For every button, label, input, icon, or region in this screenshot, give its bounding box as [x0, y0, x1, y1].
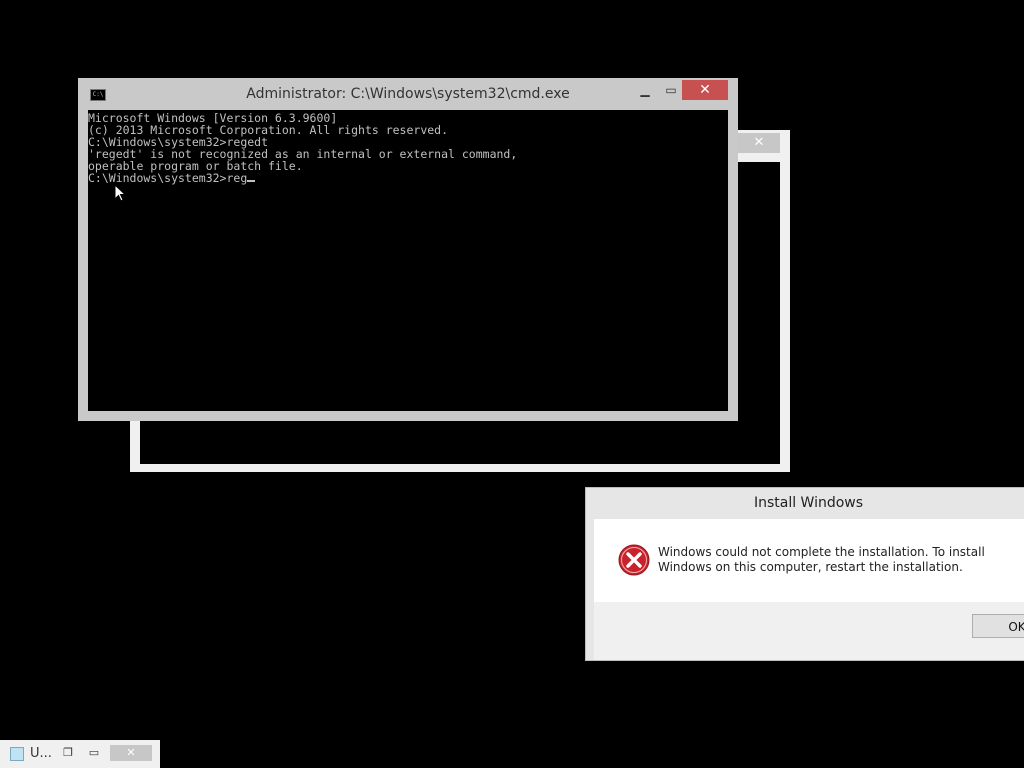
text-cursor: [247, 180, 256, 182]
cmd-titlebar[interactable]: C:\ Administrator: C:\Windows\system32\c…: [78, 78, 738, 110]
maximize-button[interactable]: ▭: [660, 80, 682, 100]
console-prompt-line[interactable]: C:\Windows\system32>reg: [88, 172, 728, 184]
minimized-window[interactable]: U... ❐ ▭ ✕: [0, 740, 160, 768]
cmd-window: C:\ Administrator: C:\Windows\system32\c…: [78, 78, 738, 421]
minimize-button[interactable]: ▁: [634, 80, 656, 100]
console-output[interactable]: Microsoft Windows [Version 6.3.9600] (c)…: [88, 110, 728, 411]
console-prompt: C:\Windows\system32>reg: [88, 171, 248, 185]
ok-button[interactable]: OK: [972, 614, 1024, 638]
close-button[interactable]: ✕: [682, 80, 728, 100]
close-button[interactable]: ✕: [110, 745, 152, 761]
mouse-pointer-icon: [114, 184, 126, 202]
maximize-button[interactable]: ▭: [86, 745, 102, 761]
dialog-message: Windows could not complete the installat…: [658, 545, 985, 574]
minimized-window-label[interactable]: U...: [30, 746, 52, 761]
dialog-content: Windows could not complete the installat…: [594, 519, 1024, 602]
install-windows-dialog: Install Windows Windows could not comple…: [585, 487, 1024, 661]
background-window-close-button[interactable]: ✕: [738, 133, 780, 153]
restore-button[interactable]: ❐: [60, 745, 76, 761]
dialog-footer: OK: [594, 602, 1024, 660]
dialog-title: Install Windows: [753, 495, 864, 511]
setup-icon: [10, 747, 24, 761]
error-icon: [618, 544, 650, 576]
